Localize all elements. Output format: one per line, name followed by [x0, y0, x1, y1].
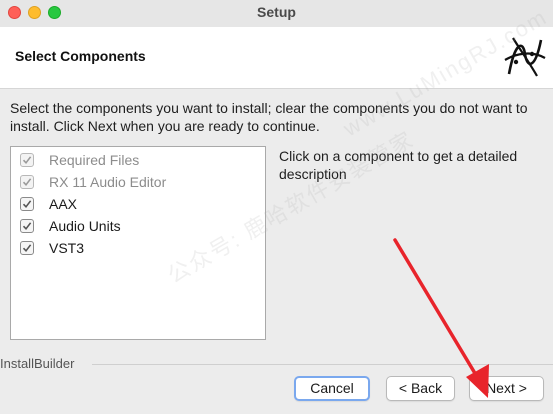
component-item-audio-units[interactable]: Audio Units [20, 216, 121, 236]
header-banner: Select Components [0, 27, 553, 89]
checkbox-checked-icon[interactable] [20, 175, 34, 189]
back-button[interactable]: < Back [386, 376, 455, 401]
instructions-text: Select the components you want to instal… [10, 100, 528, 134]
component-item-required-files[interactable]: Required Files [20, 150, 139, 170]
component-label: Required Files [49, 152, 140, 168]
cancel-button[interactable]: Cancel [294, 376, 370, 401]
window-title: Setup [257, 4, 296, 20]
bitrock-logo-icon [504, 37, 546, 77]
checkbox-checked-icon[interactable] [20, 219, 34, 233]
checkbox-checked-icon[interactable] [20, 197, 34, 211]
checkbox-checked-icon[interactable] [20, 241, 34, 255]
installbuilder-brand: InstallBuilder [0, 356, 75, 371]
component-item-vst3[interactable]: VST3 [20, 238, 84, 258]
component-label: AAX [49, 196, 78, 212]
component-item-aax[interactable]: AAX [20, 194, 77, 214]
next-button[interactable]: Next > [469, 376, 544, 401]
title-bar: Setup [0, 0, 553, 27]
component-label: Audio Units [49, 218, 121, 234]
component-item-rx11-audio-editor[interactable]: RX 11 Audio Editor [20, 172, 166, 192]
component-label: RX 11 Audio Editor [49, 174, 167, 190]
component-list[interactable]: Required Files RX 11 Audio Editor AAX Au… [10, 146, 266, 340]
checkbox-checked-icon[interactable] [20, 153, 34, 167]
component-label: VST3 [49, 240, 85, 256]
component-description: Click on a component to get a detailed d… [279, 148, 518, 182]
footer-divider [92, 364, 553, 365]
setup-window: Setup Select Components Select the compo… [0, 0, 553, 414]
page-title: Select Components [15, 48, 146, 64]
